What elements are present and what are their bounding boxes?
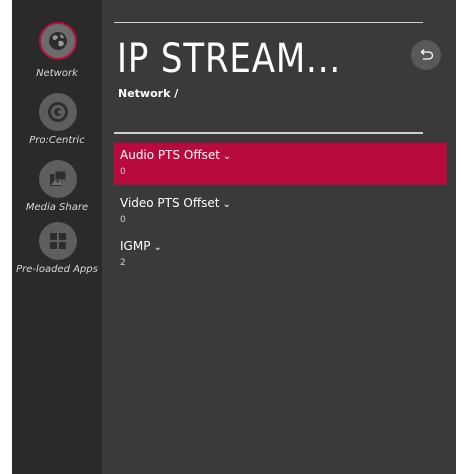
menu-item-value: 0 bbox=[120, 167, 126, 177]
sidebar-item-label: Pro:Centric bbox=[29, 135, 85, 146]
menu-item-video-pts-offset[interactable]: Video PTS Offset ⌄ 0 bbox=[114, 191, 447, 233]
menu-item-igmp[interactable]: IGMP ⌄ 2 bbox=[114, 234, 447, 276]
back-button[interactable] bbox=[411, 40, 441, 70]
sidebar-item-label: Network bbox=[36, 68, 78, 79]
apps-grid-icon bbox=[39, 222, 77, 260]
menu-item-label-text: Video PTS Offset bbox=[120, 196, 220, 210]
menu-item-label-text: IGMP bbox=[120, 239, 151, 253]
sidebar-item-label: Pre-loaded Apps bbox=[16, 264, 98, 275]
chevron-down-icon: ⌄ bbox=[153, 242, 162, 253]
menu-item-audio-pts-offset[interactable]: Audio PTS Offset ⌄ 0 bbox=[114, 143, 447, 185]
media-share-icon bbox=[39, 160, 77, 198]
breadcrumb: Network / bbox=[118, 87, 179, 100]
menu-item-value: 0 bbox=[120, 215, 126, 225]
page-title: IP STREAM... bbox=[117, 36, 342, 82]
globe-icon bbox=[39, 22, 77, 60]
chevron-down-icon: ⌄ bbox=[222, 151, 232, 162]
header-divider bbox=[114, 22, 423, 23]
chevron-down-icon: ⌄ bbox=[222, 199, 231, 210]
sidebar-item-label: Media Share bbox=[25, 202, 89, 213]
procentric-icon bbox=[39, 93, 77, 131]
sidebar: Network Pro:Centric Media Share Pre-load… bbox=[12, 0, 102, 474]
menu-item-value: 2 bbox=[120, 258, 126, 268]
back-arrow-icon bbox=[420, 49, 434, 60]
menu-item-label: Audio PTS Offset ⌄ bbox=[120, 148, 231, 162]
menu-item-label-text: Audio PTS Offset bbox=[120, 148, 220, 162]
menu-item-label: IGMP ⌄ bbox=[120, 239, 162, 253]
menu-item-label: Video PTS Offset ⌄ bbox=[120, 196, 231, 210]
content-divider bbox=[114, 132, 423, 134]
